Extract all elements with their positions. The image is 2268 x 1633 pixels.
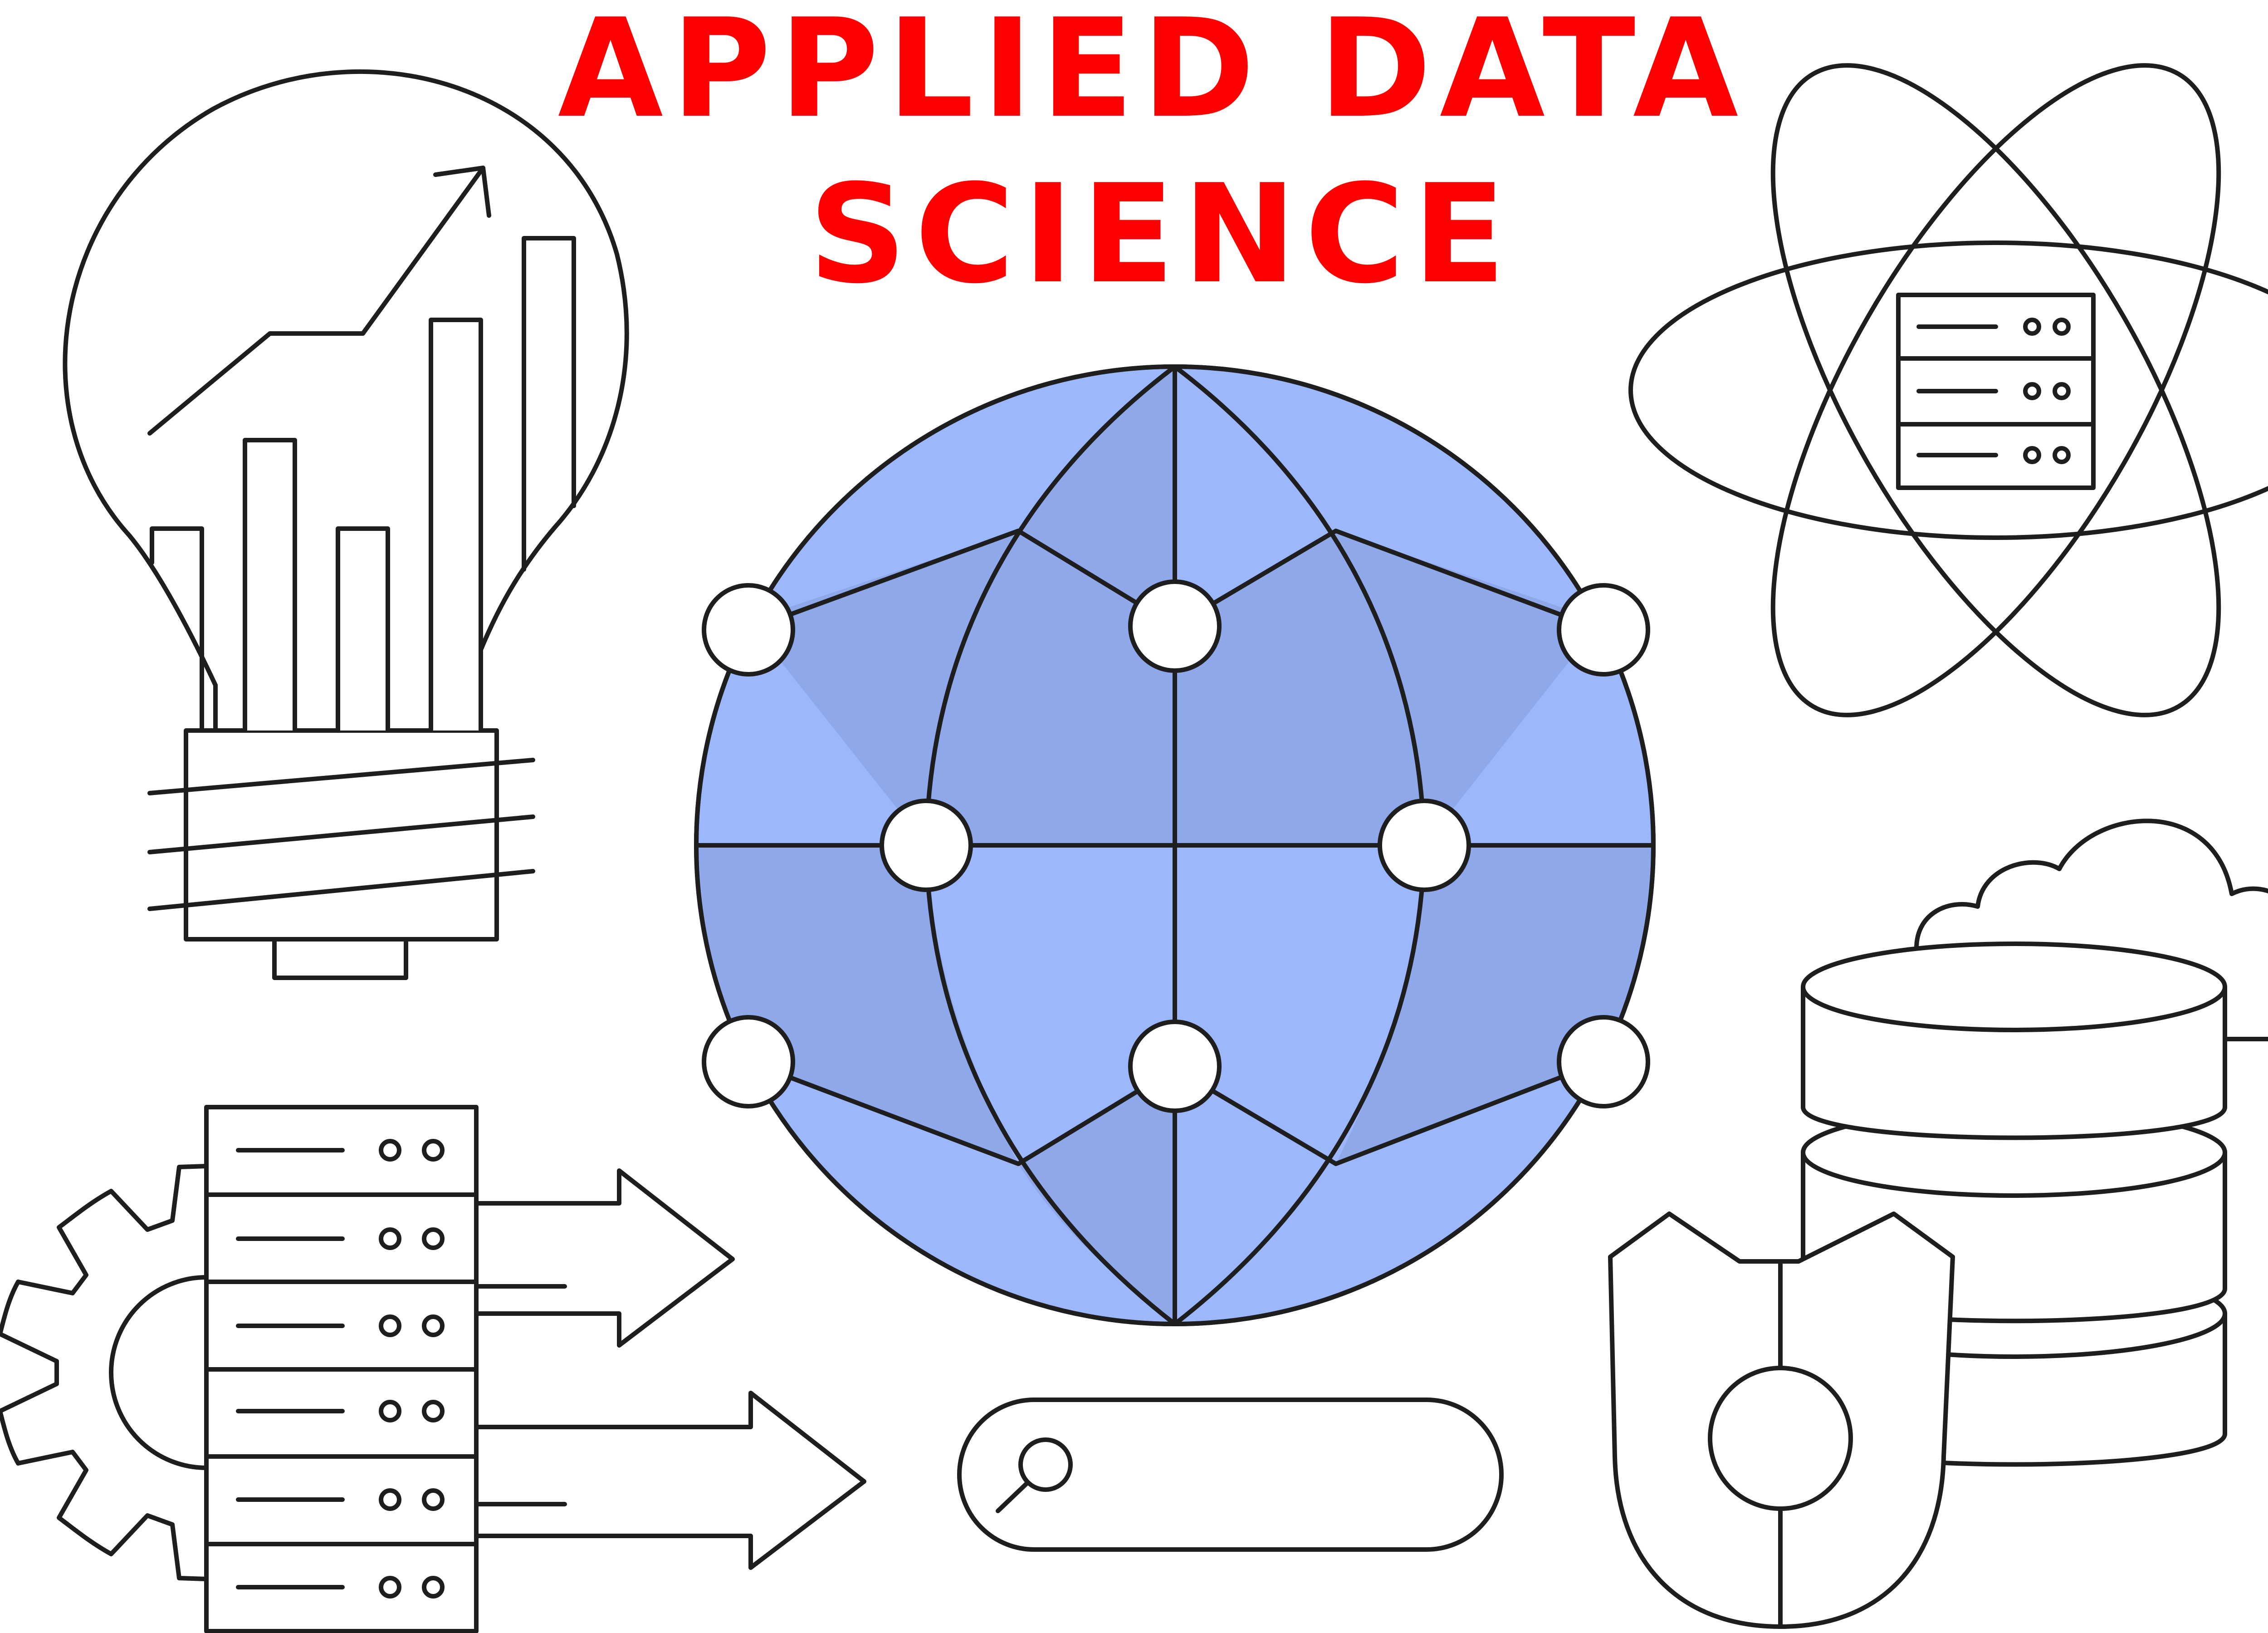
shield-icon: [1608, 1211, 1955, 1629]
gear-server-rack-arrows-icon: [0, 1105, 866, 1633]
illustration-canvas: APPLIED DATA SCIENCE: [0, 0, 2268, 1633]
network-globe-icon: [694, 364, 1656, 1326]
title-line-1: APPLIED DATA: [558, 0, 1747, 148]
title: APPLIED DATA SCIENCE: [558, 0, 1747, 314]
lightbulb-growth-chart-icon: [63, 69, 629, 980]
title-line-2: SCIENCE: [809, 155, 1514, 314]
search-bar-icon: [957, 1398, 1504, 1552]
